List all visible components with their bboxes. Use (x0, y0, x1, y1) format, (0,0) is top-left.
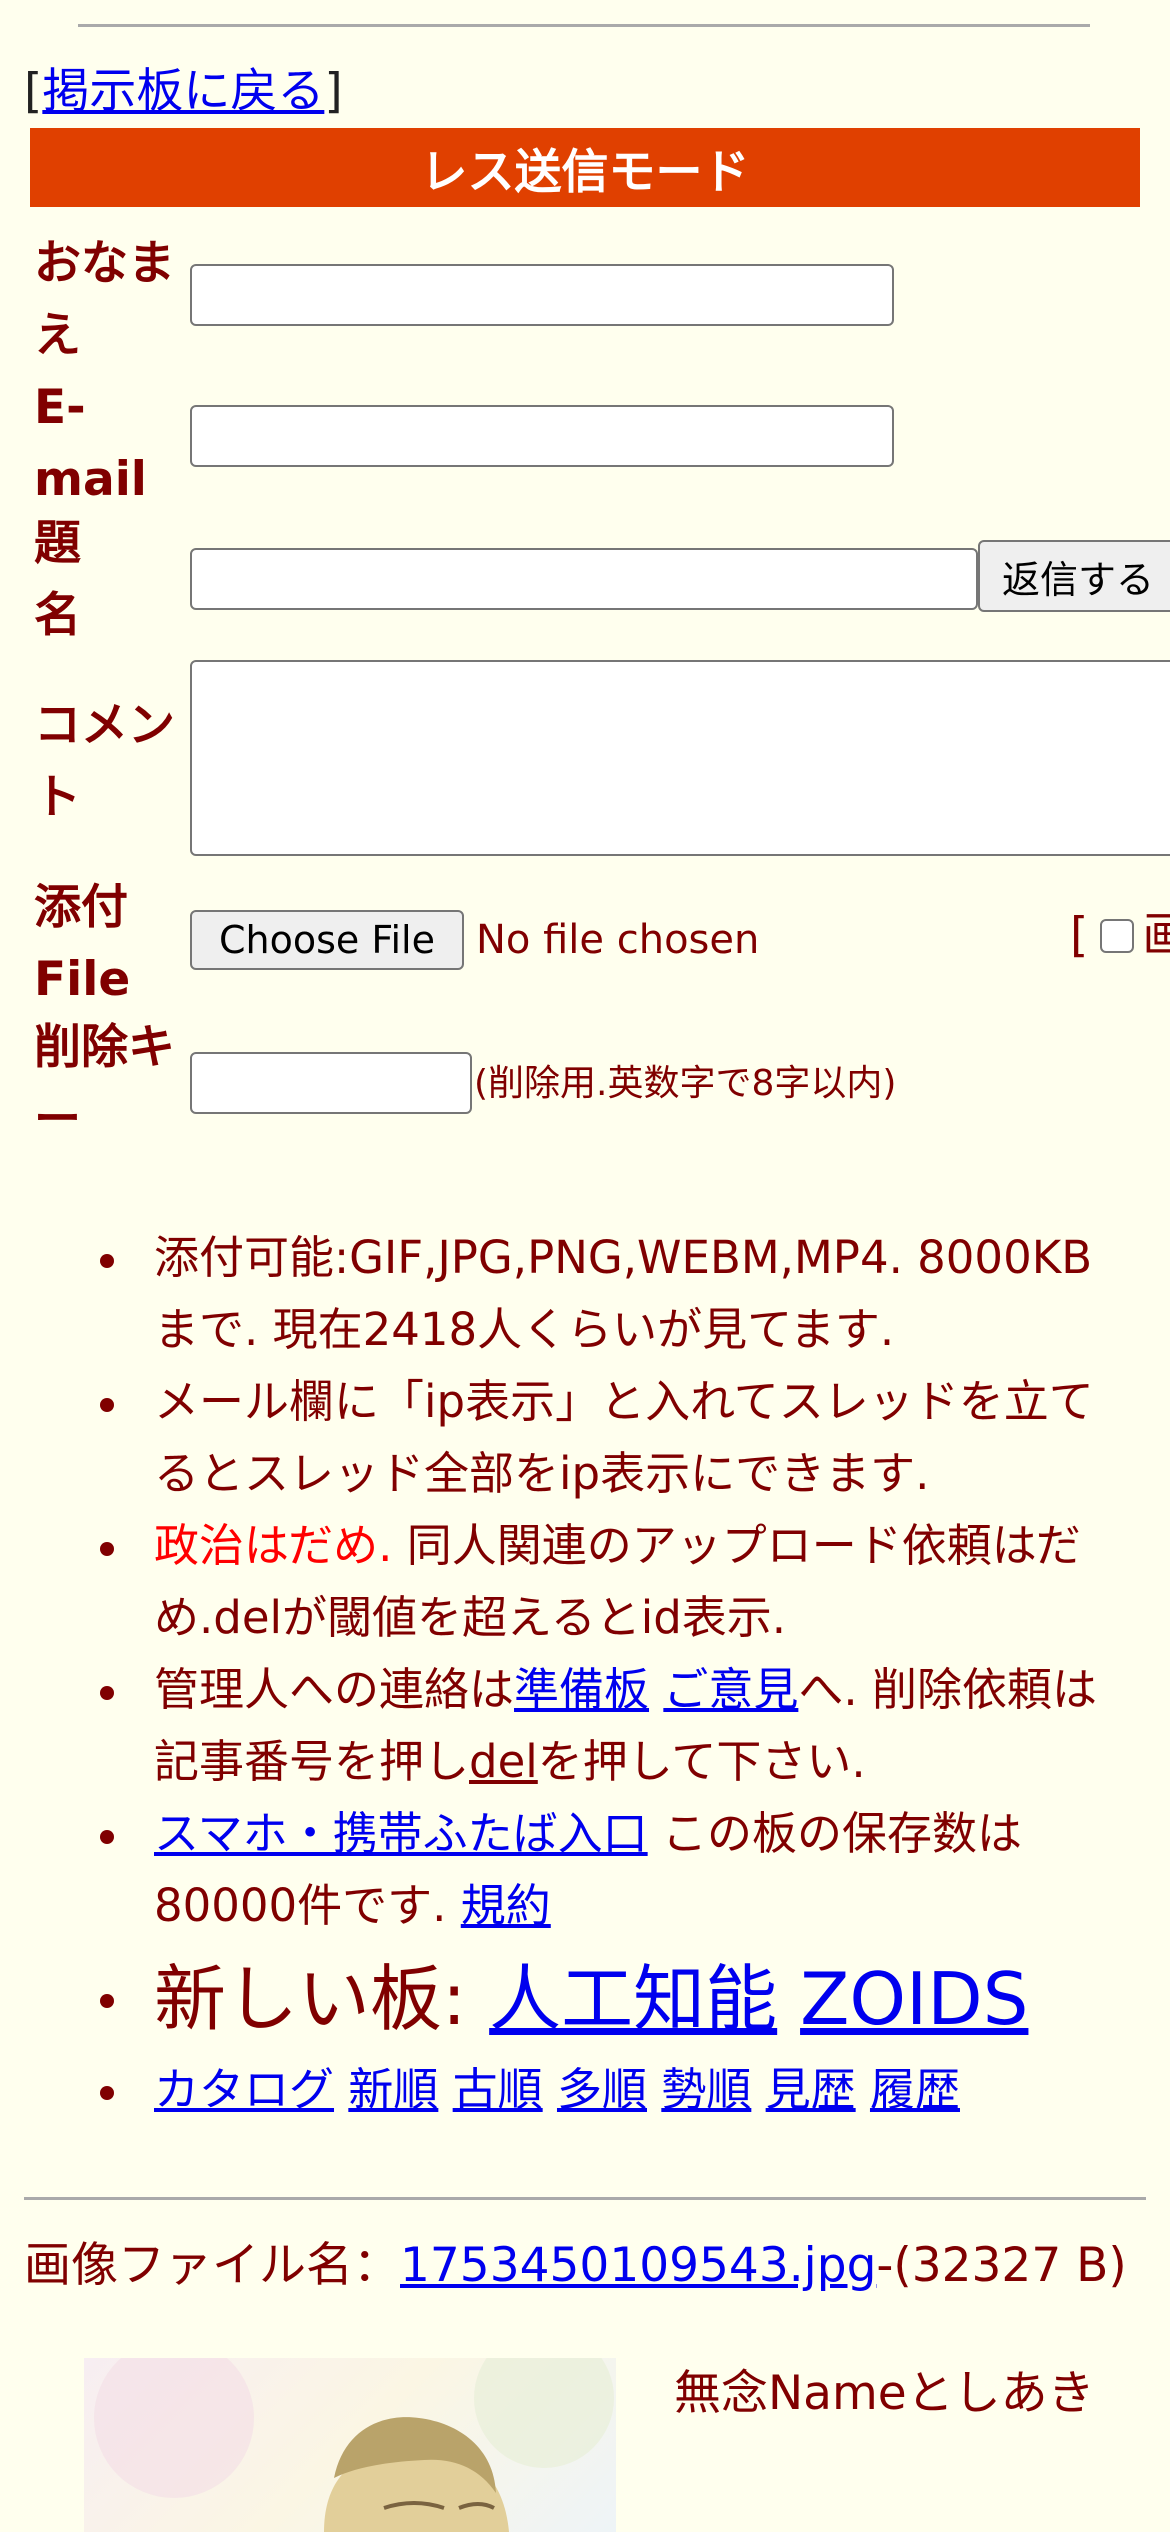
board-link-zoids[interactable]: ZOIDS (800, 1957, 1028, 2041)
image-only-option: [画 (1070, 904, 1170, 968)
bullet (100, 1398, 114, 1412)
post-thumbnail-image[interactable] (84, 2358, 616, 2532)
reply-mode-title: レス送信モード (420, 145, 750, 200)
comment-label-line2: ト (34, 770, 81, 825)
back-nav: [掲示板に戻る] (24, 62, 343, 122)
sort-oldest-link[interactable]: 古順 (453, 2063, 543, 2116)
rule-contact-text-3: を押して下さい. (537, 1735, 866, 1788)
thread-divider (24, 2197, 1146, 2200)
comment-label-line1: コメン (34, 698, 175, 753)
name-label-line1: おなま (34, 236, 175, 291)
delete-key-label: 削除キ ー (34, 1012, 175, 1156)
name-label-line2: え (34, 308, 81, 363)
delete-key-note: (削除用.英数字で8字以内) (474, 1063, 897, 1104)
new-boards: 新しい板: 人工知能 ZOIDS (0, 1944, 1170, 2054)
bullet (100, 1994, 114, 2008)
subject-label-line1: 題 (34, 516, 81, 571)
board-link-ai[interactable]: 人工知能 (489, 1957, 777, 2041)
no-file-status: No file chosen (476, 917, 760, 963)
rule-politics: 政治はだめ. 同人関連のアップロード依頼はだめ.delが閾値を超えるとid表示. (0, 1510, 1170, 1654)
rule-contact: 管理人への連絡は準備板 ご意見へ. 削除依頼は記事番号を押しdelを押して下さい… (0, 1654, 1170, 1798)
post-history-link[interactable]: 履歴 (870, 2063, 960, 2116)
bullet (100, 2086, 114, 2100)
post-file-info: 画像ファイル名：1753450109543.jpg-(32327 B) (24, 2236, 1154, 2296)
mobile-entrance-link[interactable]: スマホ・携帯ふたば入口 (154, 1807, 648, 1860)
bullet (100, 1686, 114, 1700)
rule-ip-display: メール欄に「ip表示」と入れてスレッドを立てるとスレッド全部をip表示にできます… (0, 1366, 1170, 1510)
top-divider (78, 24, 1090, 27)
comment-textarea[interactable] (190, 660, 1170, 856)
comment-label: コメン ト (34, 690, 175, 834)
reply-mode-header: レス送信モード (30, 128, 1140, 207)
delete-key-label-line1: 削除キ (34, 1020, 175, 1075)
del-term: del (469, 1735, 538, 1788)
prep-board-link[interactable]: 準備板 (514, 1663, 649, 1716)
feedback-link[interactable]: ご意見 (663, 1663, 798, 1716)
image-only-label: 画 (1142, 908, 1170, 963)
rule-contact-text: 管理人への連絡は (154, 1663, 515, 1716)
subject-input[interactable] (190, 548, 978, 610)
email-label-line1: E- (34, 380, 86, 435)
bullet (100, 1830, 114, 1844)
rule-ip-display-text: メール欄に「ip表示」と入れてスレッドを立てるとスレッド全部をip表示にできます… (154, 1375, 1094, 1500)
rule-mobile: スマホ・携帯ふたば入口 この板の保存数は80000件です. 規約 (0, 1798, 1170, 1942)
email-label: E- mail (34, 372, 147, 516)
subject-label: 題 名 (34, 508, 81, 652)
bracket-open: [ (24, 64, 43, 119)
viewed-history-link[interactable]: 見歴 (766, 2063, 856, 2116)
email-input[interactable] (190, 405, 894, 467)
delete-key-input[interactable] (190, 1052, 472, 1114)
file-label: 画像ファイル名： (24, 2238, 400, 2293)
bullet (100, 1254, 114, 1268)
attach-label-line1: 添付 (34, 880, 128, 935)
sort-newest-link[interactable]: 新順 (348, 2063, 438, 2116)
image-only-checkbox[interactable] (1100, 919, 1135, 953)
rule-politics-warning: 政治はだめ. (154, 1519, 393, 1572)
image-file-link[interactable]: 1753450109543.jpg (400, 2238, 876, 2293)
new-boards-label: 新しい板: (154, 1957, 490, 2041)
sort-most-replies-link[interactable]: 多順 (557, 2063, 647, 2116)
choose-file-button[interactable]: Choose File (190, 910, 464, 970)
sort-links: カタログ 新順 古順 多順 勢順 見歴 履歴 (0, 2054, 1170, 2126)
name-input[interactable] (190, 264, 894, 326)
reply-submit-button[interactable]: 返信する (978, 540, 1170, 612)
email-label-line2: mail (34, 452, 147, 507)
attach-label: 添付 File (34, 872, 130, 1016)
attach-label-line2: File (34, 952, 131, 1007)
rule-attachments-text: 添付可能:GIF,JPG,PNG,WEBM,MP4. 8000KBまで. 現在2… (154, 1231, 1093, 1356)
image-only-bracket: [ (1070, 908, 1089, 963)
catalog-link[interactable]: カタログ (154, 2063, 334, 2116)
rule-attachments: 添付可能:GIF,JPG,PNG,WEBM,MP4. 8000KBまで. 現在2… (0, 1222, 1170, 1366)
name-label: おなま え (34, 228, 175, 372)
subject-label-line2: 名 (34, 588, 81, 643)
post-name-line: 無念Nameとしあき (674, 2366, 1095, 2421)
sort-momentum-link[interactable]: 勢順 (661, 2063, 751, 2116)
board-rules-list: 添付可能:GIF,JPG,PNG,WEBM,MP4. 8000KBまで. 現在2… (0, 1222, 1170, 2126)
delete-key-label-line2: ー (34, 1092, 81, 1147)
terms-link[interactable]: 規約 (461, 1879, 551, 1932)
thumbnail-art (94, 2358, 614, 2532)
bullet (100, 1542, 114, 1556)
file-size: -(32327 B) (876, 2238, 1127, 2293)
bracket-close: ] (324, 64, 343, 119)
back-to-board-link[interactable]: 掲示板に戻る (42, 64, 324, 119)
